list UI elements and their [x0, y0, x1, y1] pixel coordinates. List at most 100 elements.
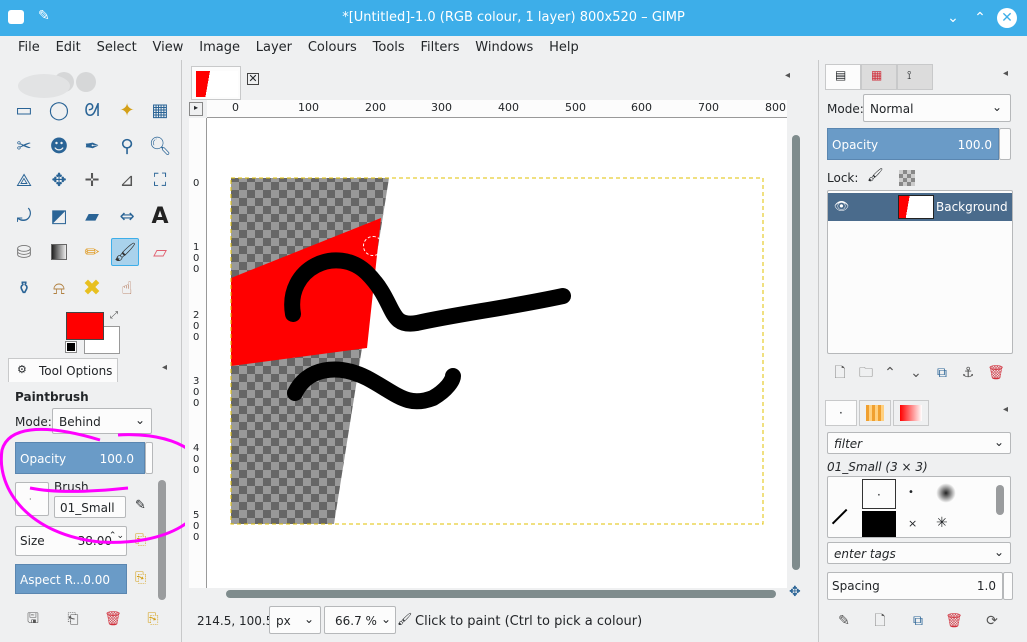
unified-transform-icon[interactable]: ⛶ — [146, 166, 174, 194]
pencil-icon[interactable]: ✏ — [78, 238, 106, 266]
brush-cell[interactable]: • — [908, 487, 914, 498]
by-colour-select-icon[interactable]: ▦ — [146, 96, 174, 124]
image-canvas[interactable] — [207, 118, 787, 588]
menu-filters[interactable]: Filters — [415, 36, 466, 55]
edit-brush-button-icon[interactable]: ✎ — [833, 610, 855, 632]
layer-mode-select[interactable]: Normal ⌄ — [863, 94, 1011, 122]
layer-opacity-stepper[interactable] — [999, 128, 1011, 160]
lock-alpha-icon[interactable] — [899, 170, 915, 186]
brush-cell[interactable] — [862, 511, 896, 537]
paintbrush-icon[interactable]: 🖌︎ — [111, 238, 139, 266]
new-brush-icon[interactable]: 🗋 — [869, 610, 891, 632]
paths-tab[interactable]: ⟟ — [897, 64, 933, 90]
reset-aspect-icon[interactable]: ⎘ — [135, 570, 146, 586]
text-icon[interactable]: A — [146, 202, 174, 230]
canvas-viewport[interactable] — [207, 118, 787, 588]
refresh-brushes-icon[interactable]: ⟳ — [981, 610, 1003, 632]
foreground-colour-swatch[interactable] — [66, 312, 104, 340]
raise-layer-icon[interactable]: ⌃ — [879, 362, 901, 384]
ellipse-select-icon[interactable]: ◯ — [45, 96, 73, 124]
layer-row[interactable]: 👁︎ Background — [828, 193, 1012, 221]
menu-colours[interactable]: Colours — [302, 36, 363, 55]
layers-tab[interactable]: ▤ — [825, 64, 861, 90]
lock-pixels-icon[interactable]: 🖌︎ — [867, 168, 884, 183]
navigate-image-icon[interactable]: ✥ — [789, 584, 801, 600]
delete-options-icon[interactable]: 🗑 — [102, 608, 124, 630]
brush-cell[interactable] — [936, 483, 956, 503]
configure-image-tab-icon[interactable]: ◂ — [785, 70, 790, 81]
restore-options-icon[interactable]: ⎗ — [62, 608, 84, 630]
delete-layer-icon[interactable]: 🗑 — [985, 362, 1007, 384]
brush-cell[interactable] — [831, 508, 861, 538]
lower-layer-icon[interactable]: ⌄ — [905, 362, 927, 384]
configure-brushes-icon[interactable]: ◂ — [1003, 404, 1008, 415]
shear-icon[interactable]: ▰ — [78, 202, 106, 230]
scale-icon[interactable]: ◩ — [45, 202, 73, 230]
airbrush-icon[interactable]: ⚱ — [10, 274, 38, 302]
menu-help[interactable]: Help — [543, 36, 585, 55]
menu-windows[interactable]: Windows — [469, 36, 539, 55]
brush-grid-scrollbar[interactable] — [996, 485, 1004, 515]
new-layer-icon[interactable]: 🗋 — [829, 362, 851, 384]
brushes-tab[interactable]: · — [825, 400, 857, 426]
rotate-icon[interactable]: ⤾ — [10, 202, 38, 230]
configure-dock-icon[interactable]: ◂ — [1003, 68, 1008, 79]
measure-icon[interactable]: ⟁ — [10, 166, 38, 194]
paths-icon[interactable]: ✒ — [78, 132, 106, 160]
default-colours-icon[interactable] — [65, 341, 77, 353]
close-icon[interactable]: ✕ — [997, 8, 1017, 28]
duplicate-brush-icon[interactable]: ⧉ — [907, 610, 929, 632]
smudge-icon[interactable]: ☝ — [113, 274, 141, 302]
menu-file[interactable]: File — [12, 36, 46, 55]
brush-spacing-stepper[interactable] — [1003, 572, 1013, 600]
fuzzy-select-icon[interactable]: ✦ — [113, 96, 141, 124]
bucket-fill-icon[interactable]: ⛁ — [10, 238, 38, 266]
duplicate-layer-icon[interactable]: ⧉ — [931, 362, 953, 384]
layers-list[interactable]: 👁︎ Background — [827, 190, 1013, 354]
minimize-icon[interactable]: ⌄ — [943, 8, 963, 28]
menu-layer[interactable]: Layer — [250, 36, 298, 55]
delete-brush-icon[interactable]: 🗑 — [943, 610, 965, 632]
colour-picker-icon[interactable]: ⚲ — [113, 132, 141, 160]
visibility-eye-icon[interactable]: 👁︎ — [834, 199, 849, 213]
brush-grid[interactable]: · • × ✳ — [827, 476, 1011, 538]
menu-tools[interactable]: Tools — [367, 36, 411, 55]
anchor-layer-icon[interactable]: ⚓ — [957, 362, 979, 384]
brush-cell[interactable]: × — [908, 517, 917, 530]
save-options-icon[interactable]: 🖫 — [22, 608, 44, 630]
free-select-icon[interactable]: ᘛ — [78, 96, 106, 124]
brush-spacing-spinner[interactable]: Spacing 1.0 — [827, 572, 1003, 600]
reset-options-icon[interactable]: ⎘ — [142, 608, 164, 630]
rect-select-icon[interactable]: ▭ — [10, 96, 38, 124]
gradients-tab[interactable] — [893, 400, 929, 426]
brush-tags-select[interactable]: enter tags ⌄ — [827, 542, 1011, 564]
maximize-icon[interactable]: ⌃ — [970, 8, 990, 28]
channels-tab[interactable]: ▦ — [861, 64, 897, 90]
close-tab-icon[interactable]: ✕ — [247, 73, 259, 85]
zoom-icon[interactable]: 🔍︎ — [146, 132, 174, 160]
brush-filter-select[interactable]: filter ⌄ — [827, 432, 1011, 454]
eraser-icon[interactable]: ▱ — [146, 238, 174, 266]
quick-mask-corner-icon[interactable]: ▸ — [189, 102, 203, 116]
menu-select[interactable]: Select — [91, 36, 143, 55]
brush-cell[interactable]: · — [862, 479, 896, 509]
brush-cell[interactable]: ✳ — [936, 515, 948, 531]
gradient-icon[interactable] — [45, 238, 73, 266]
layer-opacity-spinner[interactable]: Opacity 100.0 — [827, 128, 999, 160]
aspect-ratio-spinner[interactable]: Aspect R... 0.00 — [15, 564, 127, 594]
scissors-icon[interactable]: ✂ — [10, 132, 38, 160]
foreground-select-icon[interactable]: ☻ — [45, 132, 73, 160]
image-tab[interactable] — [191, 66, 241, 100]
heal-icon[interactable]: ✖ — [78, 274, 106, 302]
new-layer-group-icon[interactable]: 🗀 — [855, 362, 877, 384]
vertical-scrollbar[interactable] — [792, 135, 800, 570]
ink-icon[interactable]: ⍾ — [45, 274, 73, 302]
menu-view[interactable]: View — [147, 36, 190, 55]
menu-image[interactable]: Image — [193, 36, 246, 55]
patterns-tab[interactable] — [859, 400, 891, 426]
align-icon[interactable]: ✛ — [78, 166, 106, 194]
crop-icon[interactable]: ⊿ — [113, 166, 141, 194]
swap-colours-icon[interactable]: ⤢ — [110, 310, 118, 321]
horizontal-scrollbar[interactable] — [226, 590, 776, 598]
menu-edit[interactable]: Edit — [50, 36, 87, 55]
